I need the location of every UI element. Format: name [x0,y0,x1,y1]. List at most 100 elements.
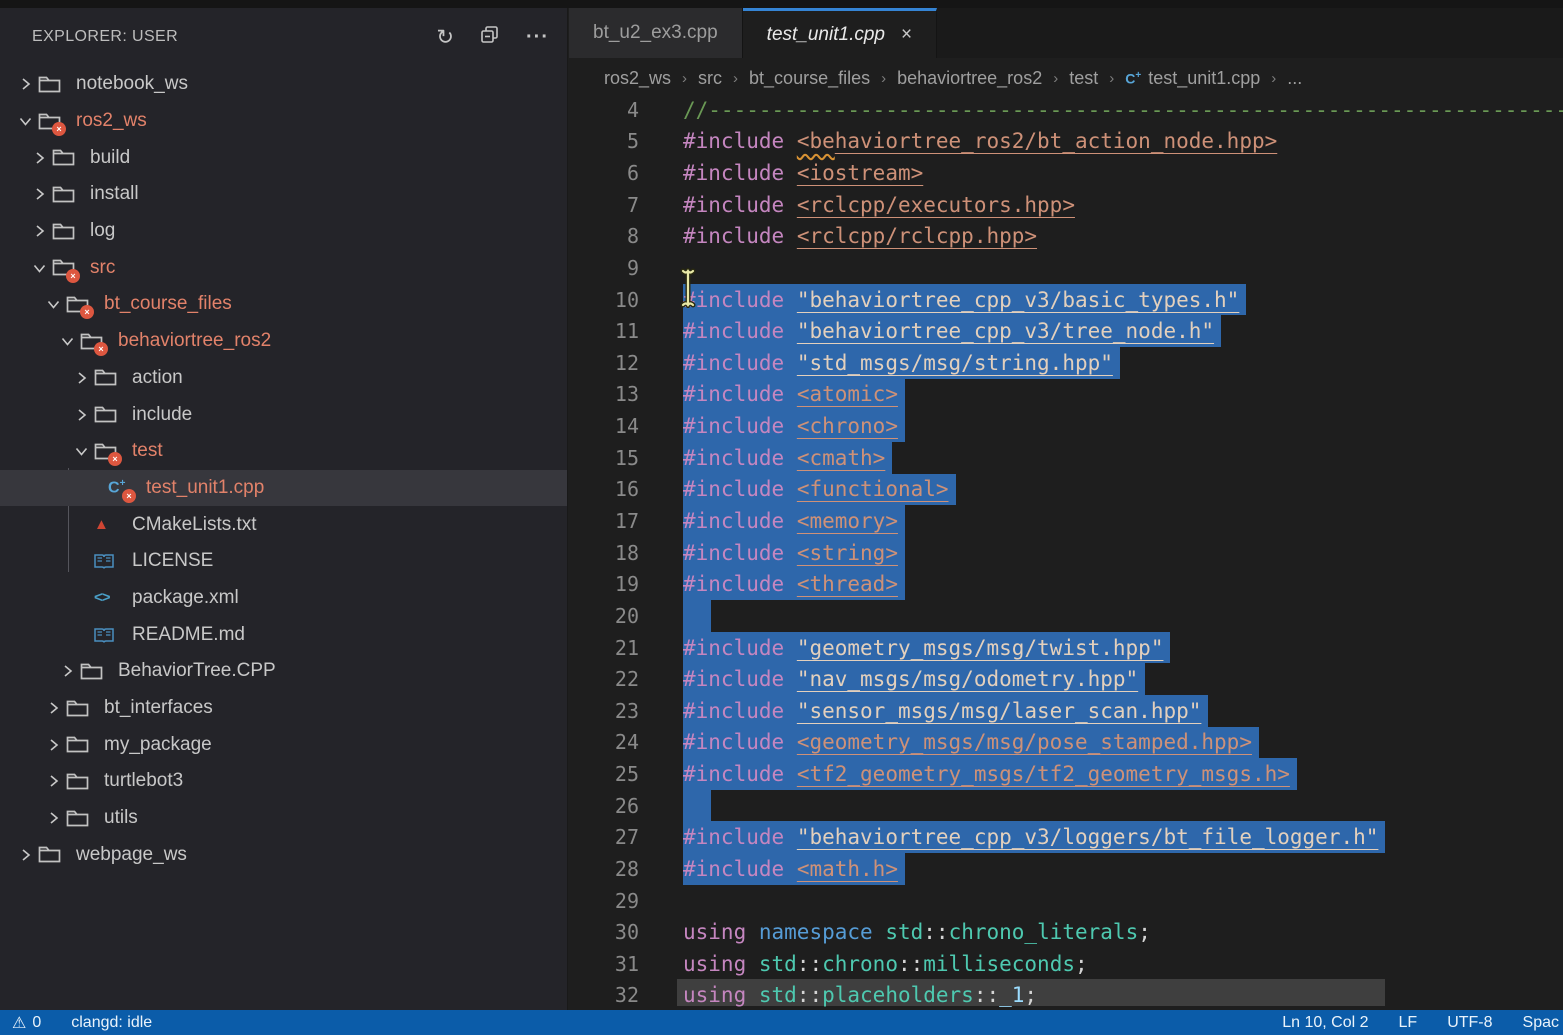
line-number: 18 [569,541,639,565]
mouse-ibeam-cursor [679,268,697,313]
tree-item-label: build [90,147,130,169]
warning-icon: ⚠ [12,1013,26,1033]
code-line-7[interactable]: 7#include <rclcpp/executors.hpp> [569,189,1563,221]
breadcrumb-item-src[interactable]: src [698,68,722,89]
more-actions-button[interactable]: ··· [526,26,549,49]
tree-item-test_unit1.cpp[interactable]: C+×test_unit1.cpp [0,470,567,507]
code-line-14[interactable]: 14#include <chrono> [569,410,1563,442]
code-line-16[interactable]: 16#include <functional> [569,474,1563,506]
breadcrumb-item-test_unit1.cpp[interactable]: C+test_unit1.cpp [1125,68,1260,89]
tree-item-include[interactable]: include [0,396,567,433]
tree-item-bt_interfaces[interactable]: bt_interfaces [0,690,567,727]
breadcrumb-item-test[interactable]: test [1069,68,1098,89]
code-line-30[interactable]: 30using namespace std::chrono_literals; [569,916,1563,948]
tree-item-README.md[interactable]: README.md [0,616,567,653]
cursor-position-indicator[interactable]: Ln 10, Col 2 [1282,1014,1368,1032]
breadcrumb-label: behaviortree_ros2 [897,68,1042,89]
tree-item-label: include [132,404,192,426]
chevron-right-icon [12,77,38,91]
line-number: 29 [569,889,639,913]
code-line-25[interactable]: 25#include <tf2_geometry_msgs/tf2_geomet… [569,758,1563,790]
window-top-edge [0,0,1563,8]
code-line-32[interactable]: 32using std::placeholders::_1; [569,980,1563,1010]
folder-icon [52,220,82,242]
tree-item-my_package[interactable]: my_package [0,726,567,763]
code-line-6[interactable]: 6#include <iostream> [569,157,1563,189]
indentation-indicator[interactable]: Spac [1523,1014,1559,1032]
tree-item-behaviortree_ros2[interactable]: ×behaviortree_ros2 [0,323,567,360]
chevron-right-icon [68,408,94,422]
code-line-29[interactable]: 29 [569,885,1563,917]
code-line-15[interactable]: 15#include <cmath> [569,442,1563,474]
chevron-down-icon [26,261,52,275]
tree-item-bt_course_files[interactable]: ×bt_course_files [0,286,567,323]
code-line-10[interactable]: 10#include "behaviortree_cpp_v3/basic_ty… [569,284,1563,316]
tree-item-build[interactable]: build [0,139,567,176]
tree-item-BehaviorTree.CPP[interactable]: BehaviorTree.CPP [0,653,567,690]
code-line-23[interactable]: 23#include "sensor_msgs/msg/laser_scan.h… [569,695,1563,727]
tree-item-install[interactable]: install [0,176,567,213]
code-line-31[interactable]: 31using std::chrono::milliseconds; [569,948,1563,980]
eol-indicator[interactable]: LF [1399,1014,1418,1032]
code-line-19[interactable]: 19#include <thread> [569,568,1563,600]
refresh-explorer-button[interactable]: ↻ [436,27,454,48]
tab-label: test_unit1.cpp [767,24,885,46]
chevron-right-icon [40,774,66,788]
breadcrumb-label: ... [1287,68,1302,89]
error-badge: × [80,305,94,319]
tree-item-utils[interactable]: utils [0,800,567,837]
breadcrumb-item-bt_course_files[interactable]: bt_course_files [749,68,870,89]
tree-item-src[interactable]: ×src [0,249,567,286]
tree-item-action[interactable]: action [0,360,567,397]
tree-item-package.xml[interactable]: <>package.xml [0,580,567,617]
collapse-folders-button[interactable] [480,25,500,50]
code-line-26[interactable]: 26 [569,790,1563,822]
code-line-27[interactable]: 27#include "behaviortree_cpp_v3/loggers/… [569,821,1563,853]
breadcrumb-item-ros2_ws[interactable]: ros2_ws [604,68,671,89]
explorer-header: EXPLORER: USER ↻ ··· [0,8,567,66]
chevron-right-icon [26,224,52,238]
tree-item-LICENSE[interactable]: LICENSE [0,543,567,580]
code-line-20[interactable]: 20 [569,600,1563,632]
code-line-17[interactable]: 17#include <memory> [569,505,1563,537]
tab-bt_u2_ex3.cpp[interactable]: bt_u2_ex3.cpp [569,8,743,58]
tree-item-label: webpage_ws [76,844,187,866]
code-line-13[interactable]: 13#include <atomic> [569,379,1563,411]
code-editor[interactable]: 4//-------------------------------------… [569,94,1563,1010]
code-line-11[interactable]: 11#include "behaviortree_cpp_v3/tree_nod… [569,315,1563,347]
code-line-5[interactable]: 5#include <behaviortree_ros2/bt_action_n… [569,126,1563,158]
clangd-status[interactable]: clangd: idle [71,1014,152,1032]
line-number: 9 [569,256,639,280]
encoding-indicator[interactable]: UTF-8 [1447,1014,1492,1032]
tree-item-ros2_ws[interactable]: ×ros2_ws [0,103,567,140]
tab-label: bt_u2_ex3.cpp [593,22,718,44]
code-line-21[interactable]: 21#include "geometry_msgs/msg/twist.hpp" [569,632,1563,664]
explorer-sidebar: EXPLORER: USER ↻ ··· notebook_ws×ros2_ws… [0,8,568,1010]
close-icon[interactable]: × [901,24,912,46]
code-line-18[interactable]: 18#include <string> [569,537,1563,569]
code-line-8[interactable]: 8#include <rclcpp/rclcpp.hpp> [569,221,1563,253]
file-tree: notebook_ws×ros2_wsbuildinstalllog×src×b… [0,66,567,873]
tree-item-label: behaviortree_ros2 [118,330,271,352]
breadcrumb-item-behaviortree_ros2[interactable]: behaviortree_ros2 [897,68,1042,89]
code-line-4[interactable]: 4//-------------------------------------… [569,94,1563,126]
folder-icon: × [66,293,96,315]
code-line-12[interactable]: 12#include "std_msgs/msg/string.hpp" [569,347,1563,379]
tab-test_unit1.cpp[interactable]: test_unit1.cpp × [743,8,937,58]
tree-item-test[interactable]: ×test [0,433,567,470]
explorer-title: EXPLORER: USER [32,28,410,46]
problems-indicator[interactable]: ⚠ 0 [12,1013,41,1033]
tree-item-CMakeLists.txt[interactable]: ▲CMakeLists.txt [0,506,567,543]
tree-item-webpage_ws[interactable]: webpage_ws [0,836,567,873]
breadcrumb-item-...[interactable]: ... [1287,68,1302,89]
tree-item-log[interactable]: log [0,213,567,250]
tree-item-turtlebot3[interactable]: turtlebot3 [0,763,567,800]
code-line-24[interactable]: 24#include <geometry_msgs/msg/pose_stamp… [569,727,1563,759]
code-line-22[interactable]: 22#include "nav_msgs/msg/odometry.hpp" [569,663,1563,695]
tree-item-notebook_ws[interactable]: notebook_ws [0,66,567,103]
breadcrumb-label: ros2_ws [604,68,671,89]
code-line-9[interactable]: 9 [569,252,1563,284]
refresh-icon: ↻ [436,27,454,48]
code-line-28[interactable]: 28#include <math.h> [569,853,1563,885]
more-actions-icon: ··· [526,26,549,49]
